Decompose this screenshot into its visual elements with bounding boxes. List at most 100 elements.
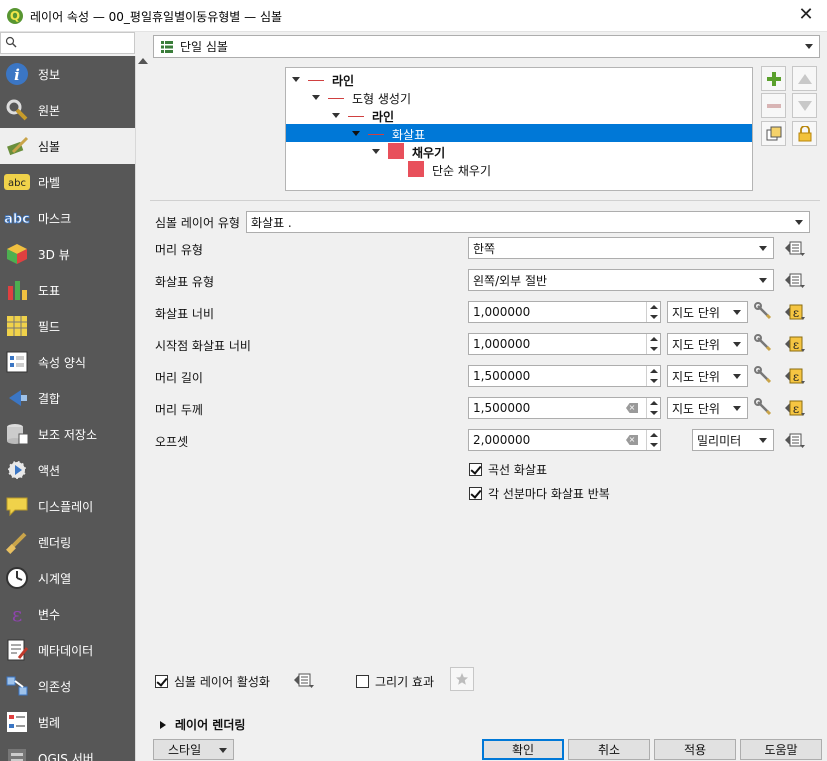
head-thickness-unit-settings-button[interactable] <box>754 398 774 418</box>
head-length-data-defined-button[interactable]: ε <box>782 365 808 387</box>
tree-node[interactable]: 채우기 <box>286 142 752 160</box>
arrow-start-width-unit-select[interactable]: 지도 단위 <box>667 333 748 355</box>
sidebar-item-qgis-server[interactable]: QGIS 서버 <box>0 740 135 761</box>
spin-buttons[interactable] <box>646 430 660 450</box>
move-down-button[interactable] <box>792 93 817 118</box>
spin-down-icon[interactable] <box>650 443 658 447</box>
move-up-button[interactable] <box>792 66 817 91</box>
arrow-start-width-data-defined-button[interactable]: ε <box>782 333 808 355</box>
arrow-width-unit-settings-button[interactable] <box>754 302 774 322</box>
sidebar-item-dependencies[interactable]: 의존성 <box>0 668 135 704</box>
spin-buttons[interactable] <box>646 302 660 322</box>
renderer-select[interactable]: 단일 심볼 <box>153 35 820 58</box>
arrow-start-width-unit-settings-button[interactable] <box>754 334 774 354</box>
duplicate-layer-button[interactable] <box>761 121 786 146</box>
repeat-arrow-checkbox[interactable]: 각 선분마다 화살표 반복 <box>469 485 610 502</box>
tree-node[interactable]: 도형 생성기 <box>286 88 752 106</box>
sidebar-item-rendering[interactable]: 렌더링 <box>0 524 135 560</box>
sidebar-item-temporal[interactable]: 시계열 <box>0 560 135 596</box>
spin-down-icon[interactable] <box>650 347 658 351</box>
search-input[interactable] <box>0 32 135 54</box>
layer-rendering-section[interactable]: 레이어 렌더링 <box>158 716 245 733</box>
checkbox-box[interactable] <box>469 463 482 476</box>
spin-buttons[interactable] <box>646 366 660 386</box>
sidebar-scrollbar[interactable] <box>135 56 149 761</box>
draw-effects-checkbox[interactable]: 그리기 효과 <box>356 673 434 690</box>
sidebar-item-auxiliary-storage[interactable]: 보조 저장소 <box>0 416 135 452</box>
head-type-select[interactable]: 한쪽 <box>468 237 774 259</box>
expand-toggle-icon[interactable] <box>292 77 300 82</box>
lock-color-button[interactable] <box>792 121 817 146</box>
arrow-width-spinbox[interactable]: 1,000000 <box>468 301 661 323</box>
checkbox-box[interactable] <box>469 487 482 500</box>
spin-down-icon[interactable] <box>650 379 658 383</box>
sidebar-item-source[interactable]: 원본 <box>0 92 135 128</box>
spin-buttons[interactable] <box>646 398 660 418</box>
style-button[interactable]: 스타일 <box>153 739 234 760</box>
head-thickness-unit-select[interactable]: 지도 단위 <box>667 397 748 419</box>
head-length-unit-select[interactable]: 지도 단위 <box>667 365 748 387</box>
sidebar-item-legend[interactable]: 범례 <box>0 704 135 740</box>
spin-up-icon[interactable] <box>650 401 658 405</box>
remove-symbol-layer-button[interactable] <box>761 93 786 118</box>
sidebar-item-actions[interactable]: 액션 <box>0 452 135 488</box>
tree-node[interactable]: 라인 <box>286 106 752 124</box>
head-type-data-defined-button[interactable] <box>782 237 808 259</box>
spin-buttons[interactable] <box>646 334 660 354</box>
enable-symbol-layer-checkbox[interactable]: 심볼 레이어 활성화 <box>155 673 270 690</box>
arrow-start-width-spinbox[interactable]: 1,000000 <box>468 333 661 355</box>
head-thickness-data-defined-button[interactable]: ε <box>782 397 808 419</box>
spin-down-icon[interactable] <box>650 411 658 415</box>
add-symbol-layer-button[interactable] <box>761 66 786 91</box>
checkbox-box[interactable] <box>155 675 168 688</box>
head-length-unit-settings-button[interactable] <box>754 366 774 386</box>
sidebar-item-metadata[interactable]: 메타데이터 <box>0 632 135 668</box>
arrow-width-data-defined-button[interactable]: ε <box>782 301 808 323</box>
spin-up-icon[interactable] <box>650 369 658 373</box>
curved-arrows-checkbox[interactable]: 곡선 화살표 <box>469 461 547 478</box>
sidebar-item-attributes-form[interactable]: 속성 양식 <box>0 344 135 380</box>
offset-data-defined-button[interactable] <box>782 429 808 451</box>
effects-settings-button[interactable] <box>450 667 474 691</box>
spin-up-icon[interactable] <box>650 305 658 309</box>
sidebar-item-3d-view[interactable]: 3D 뷰 <box>0 236 135 272</box>
clear-icon[interactable]: × <box>626 403 638 413</box>
arrow-width-unit-select[interactable]: 지도 단위 <box>667 301 748 323</box>
checkbox-box[interactable] <box>356 675 369 688</box>
cancel-button[interactable]: 취소 <box>568 739 650 760</box>
arrow-type-data-defined-button[interactable] <box>782 269 808 291</box>
scroll-up-icon[interactable] <box>138 58 148 64</box>
expand-toggle-icon[interactable] <box>332 113 340 118</box>
sidebar-item-masks[interactable]: abc 마스크 <box>0 200 135 236</box>
arrow-type-select[interactable]: 왼쪽/외부 절반 <box>468 269 774 291</box>
tree-node[interactable]: 화살표 <box>286 124 752 142</box>
sidebar-item-fields[interactable]: 필드 <box>0 308 135 344</box>
ok-button[interactable]: 확인 <box>482 739 564 760</box>
sidebar-item-display[interactable]: 디스플레이 <box>0 488 135 524</box>
symbol-layer-type-select[interactable]: 화살표 . <box>246 211 810 233</box>
apply-button[interactable]: 적용 <box>654 739 736 760</box>
expand-toggle-icon[interactable] <box>352 131 360 136</box>
data-defined-override-button[interactable] <box>291 669 317 691</box>
sidebar-item-labels[interactable]: abc 라벨 <box>0 164 135 200</box>
sidebar-item-symbology[interactable]: 심볼 <box>0 128 135 164</box>
sidebar-item-joins[interactable]: 결합 <box>0 380 135 416</box>
offset-spinbox[interactable]: 2,000000 × <box>468 429 661 451</box>
spin-up-icon[interactable] <box>650 337 658 341</box>
tree-node[interactable]: 라인 <box>286 70 752 88</box>
sidebar-item-info[interactable]: i 정보 <box>0 56 135 92</box>
close-button[interactable]: ✕ <box>795 4 817 26</box>
head-thickness-spinbox[interactable]: 1,500000 × <box>468 397 661 419</box>
sidebar-item-diagrams[interactable]: 도표 <box>0 272 135 308</box>
expand-toggle-icon[interactable] <box>372 149 380 154</box>
clear-icon[interactable]: × <box>626 435 638 445</box>
spin-up-icon[interactable] <box>650 433 658 437</box>
help-button[interactable]: 도움말 <box>740 739 822 760</box>
symbol-layer-tree[interactable]: 라인 도형 생성기 라인 화살표 채우기 단순 채우기 <box>285 67 753 191</box>
head-length-spinbox[interactable]: 1,500000 <box>468 365 661 387</box>
sidebar-item-variables[interactable]: ε 변수 <box>0 596 135 632</box>
tree-node[interactable]: 단순 채우기 <box>286 160 752 178</box>
offset-unit-select[interactable]: 밀리미터 <box>692 429 774 451</box>
spin-down-icon[interactable] <box>650 315 658 319</box>
expand-toggle-icon[interactable] <box>312 95 320 100</box>
